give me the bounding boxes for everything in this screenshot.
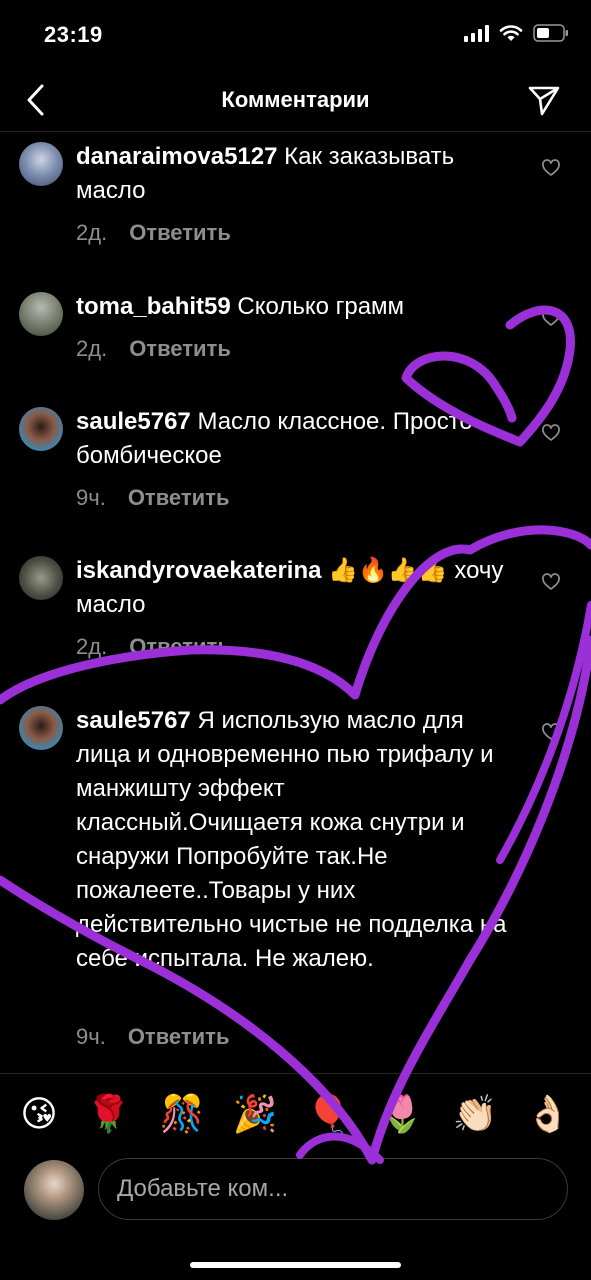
status-bar: 23:19 — [0, 0, 591, 70]
heart-outline-icon[interactable] — [541, 308, 561, 328]
emoji-reaction-bar: 😘 🌹 🎊 🎉 🎈 🌷 👏🏻 👌🏻 — [0, 1073, 591, 1153]
reply-button[interactable]: Ответить — [129, 336, 231, 361]
emoji-rose[interactable]: 🌹 — [86, 1093, 131, 1134]
comment-text: saule5767 Я использую масло для лица и о… — [76, 704, 516, 976]
avatar[interactable] — [19, 142, 63, 186]
cellular-signal-icon — [464, 24, 489, 42]
page-title: Комментарии — [221, 87, 370, 112]
emoji-tulip[interactable]: 🌷 — [379, 1093, 424, 1134]
heart-outline-icon[interactable] — [541, 158, 561, 178]
battery-icon — [533, 24, 568, 42]
comment-username[interactable]: danaraimova5127 — [76, 143, 277, 170]
comment-username[interactable]: iskandyrovaekaterina — [76, 557, 321, 584]
heart-outline-icon[interactable] — [541, 722, 561, 742]
avatar[interactable] — [19, 292, 63, 336]
comment-meta: 9ч. Ответить — [76, 1024, 229, 1050]
header: Комментарии — [0, 70, 591, 132]
comment-body: Сколько грамм — [237, 293, 405, 320]
comment-meta: 2д. Ответить — [76, 634, 231, 660]
emoji-clapping-hands[interactable]: 👏🏻 — [453, 1093, 498, 1134]
reply-button[interactable]: Ответить — [129, 634, 231, 659]
comment-age: 9ч. — [76, 1024, 106, 1049]
comment-meta: 9ч. Ответить — [76, 485, 229, 511]
wifi-icon — [499, 25, 523, 41]
emoji-kiss[interactable]: 😘 — [20, 1093, 58, 1134]
emoji-ok-hand[interactable]: 👌🏻 — [526, 1093, 571, 1134]
comment-username[interactable]: toma_bahit59 — [76, 293, 231, 320]
emoji-confetti-ball[interactable]: 🎊 — [159, 1093, 204, 1134]
avatar[interactable] — [19, 407, 63, 451]
comment-age: 2д. — [76, 220, 108, 245]
comment-meta: 2д. Ответить — [76, 336, 231, 362]
reply-button[interactable]: Ответить — [128, 1024, 230, 1049]
comment-meta: 2д. Ответить — [76, 220, 231, 246]
comment-age: 2д. — [76, 634, 108, 659]
emoji-party-popper[interactable]: 🎉 — [233, 1093, 278, 1134]
heart-outline-icon[interactable] — [541, 572, 561, 592]
status-time: 23:19 — [44, 22, 103, 47]
comment-age: 9ч. — [76, 485, 106, 510]
reply-button[interactable]: Ответить — [128, 485, 230, 510]
composer-avatar — [24, 1160, 84, 1220]
reply-button[interactable]: Ответить — [129, 220, 231, 245]
comment-text: saule5767 Масло классное. Просто бомбиче… — [76, 405, 516, 473]
comment-text: iskandyrovaekaterina 👍🔥👍👍 хочу масло — [76, 554, 516, 622]
comment-age: 2д. — [76, 336, 108, 361]
status-icons — [464, 24, 569, 42]
comment-text: danaraimova5127 Как заказывать масло — [76, 140, 516, 208]
avatar[interactable] — [19, 706, 63, 750]
comments-list[interactable]: danaraimova5127 Как заказывать масло 2д.… — [0, 132, 591, 1070]
comment-input[interactable] — [98, 1158, 568, 1220]
paper-plane-icon[interactable] — [527, 83, 561, 117]
comment-username[interactable]: saule5767 — [76, 408, 191, 435]
emoji-balloon[interactable]: 🎈 — [306, 1093, 351, 1134]
avatar[interactable] — [19, 556, 63, 600]
heart-outline-icon[interactable] — [541, 423, 561, 443]
home-indicator — [190, 1262, 401, 1268]
comment-body: Я использую масло для лица и одновременн… — [76, 707, 507, 972]
comment-text: toma_bahit59 Сколько грамм — [76, 290, 516, 324]
comment-username[interactable]: saule5767 — [76, 707, 191, 734]
